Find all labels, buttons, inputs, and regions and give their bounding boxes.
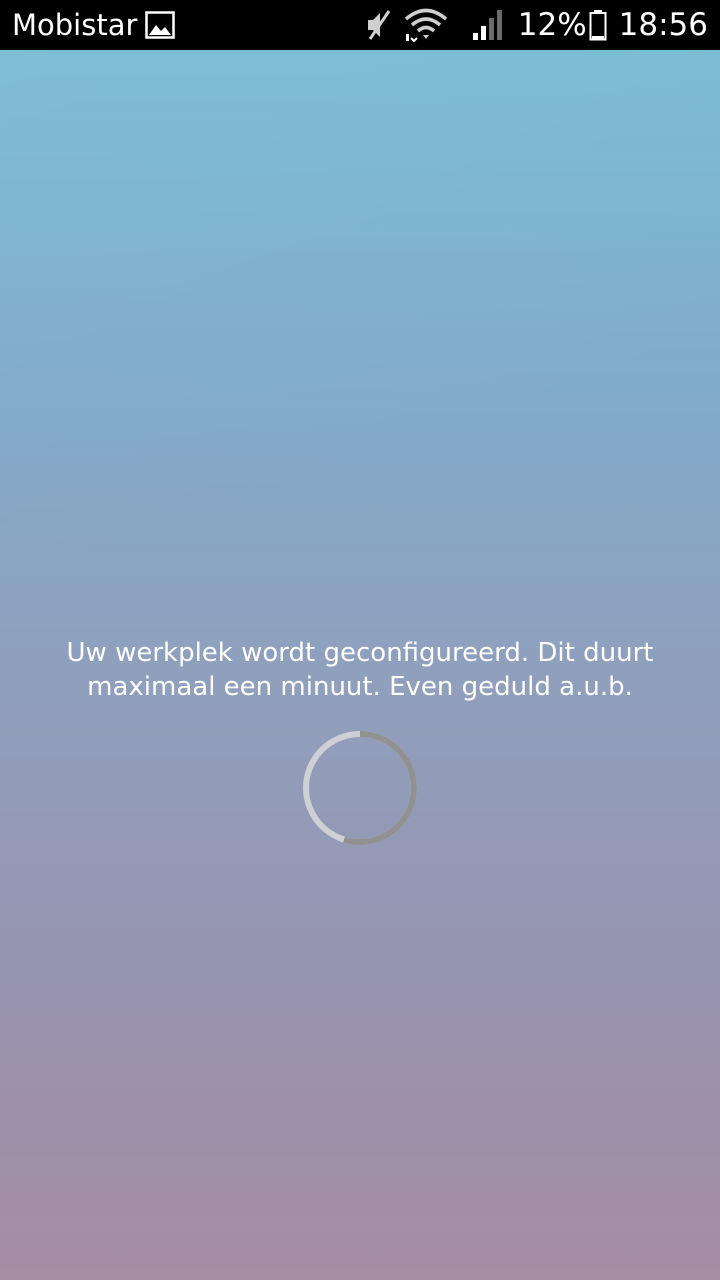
loading-spinner-icon	[300, 728, 420, 848]
signal-icon	[472, 9, 504, 41]
battery-percent: 12%	[517, 7, 587, 43]
clock: 18:56	[618, 7, 708, 43]
carrier-name: Mobistar	[12, 8, 138, 42]
muted-icon	[364, 8, 394, 42]
configuring-message: Uw werkplek wordt geconfigureerd. Dit du…	[66, 638, 654, 702]
loading-screen: Uw werkplek wordt geconfigureerd. Dit du…	[0, 50, 720, 1280]
status-bar: Mobistar 12% 18:56	[0, 0, 720, 50]
picture-notification-icon	[145, 10, 176, 40]
wifi-icon	[404, 8, 448, 42]
battery-icon	[589, 9, 607, 41]
